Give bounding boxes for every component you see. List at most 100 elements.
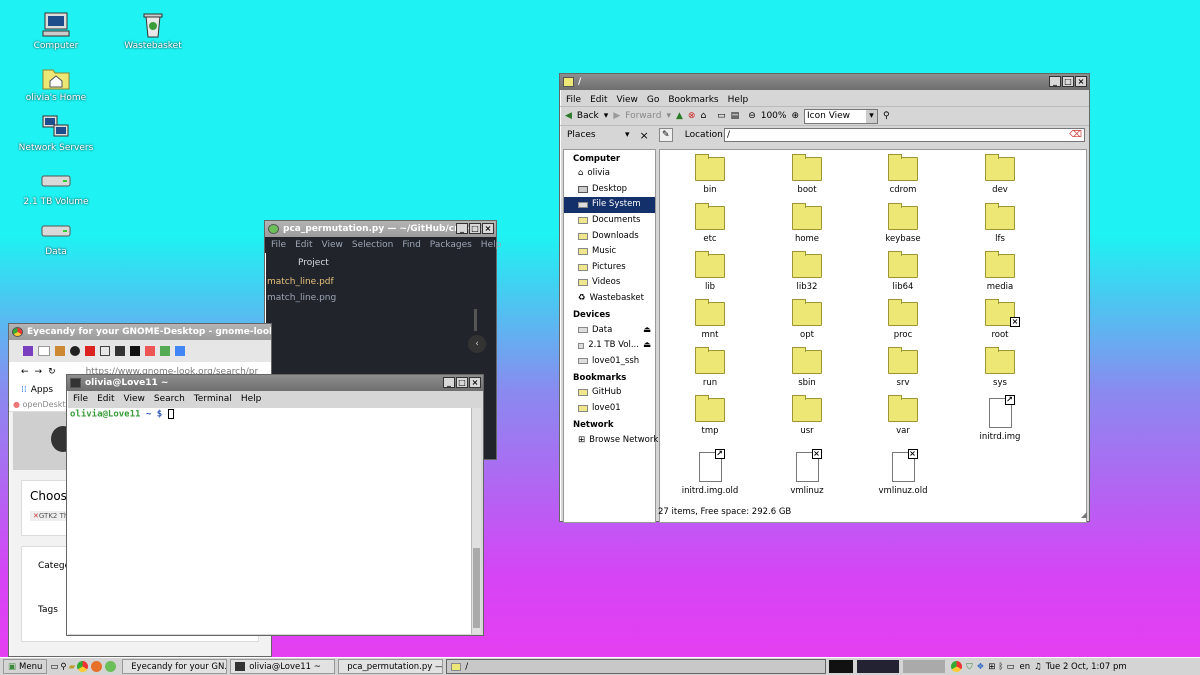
tab-favicon-icon[interactable]: [145, 346, 155, 356]
tab-favicon-icon[interactable]: [85, 346, 95, 356]
menu-item[interactable]: View: [617, 92, 638, 106]
file-item-lib32[interactable]: lib32: [777, 251, 837, 292]
file-item-mnt[interactable]: mnt: [680, 299, 740, 340]
file-item-opt[interactable]: opt: [777, 299, 837, 340]
sidebar-item-love01-ssh[interactable]: love01_ssh: [564, 354, 655, 370]
sidebar-item-github[interactable]: GitHub: [564, 385, 655, 401]
tab-favicon-icon[interactable]: [160, 346, 170, 356]
chevron-down-icon[interactable]: ▾: [625, 130, 630, 140]
file-item-run[interactable]: run: [680, 347, 740, 388]
back-arrow-icon[interactable]: ←: [21, 367, 29, 377]
dropdown-icon[interactable]: ▾: [666, 111, 671, 121]
desktop-icon-home[interactable]: olivia's Home: [16, 64, 96, 103]
tab-favicon-icon[interactable]: [100, 346, 110, 356]
minimize-icon[interactable]: _: [456, 223, 468, 234]
binoculars-icon[interactable]: ⚲: [883, 111, 890, 121]
new-folder-icon[interactable]: ▭: [717, 111, 726, 121]
tab-favicon-icon[interactable]: [55, 346, 65, 356]
menu-item[interactable]: Help: [728, 92, 749, 106]
workspace-2[interactable]: [857, 660, 900, 673]
minimize-icon[interactable]: _: [1049, 76, 1061, 87]
workspace-1[interactable]: [829, 660, 854, 673]
sidebar-item-videos[interactable]: Videos: [564, 275, 655, 291]
search-launcher-icon[interactable]: ⚲: [60, 662, 66, 672]
network-tray-icon[interactable]: ⊞: [988, 662, 995, 672]
maximize-icon[interactable]: □: [469, 223, 481, 234]
project-tab[interactable]: Project: [265, 253, 496, 273]
file-item-lib64[interactable]: lib64: [873, 251, 933, 292]
terminal-screen[interactable]: olivia@Love11 ~ $: [68, 408, 471, 634]
tab-favicon-icon[interactable]: [38, 346, 50, 356]
file-manager-titlebar[interactable]: / _ □ ×: [560, 74, 1089, 90]
stop-icon[interactable]: ⊗: [688, 111, 696, 121]
reload-icon[interactable]: ↻: [48, 367, 56, 377]
chrome-launcher-icon[interactable]: [77, 661, 89, 672]
file-item-lfs[interactable]: lfs: [970, 203, 1030, 244]
bluetooth-icon[interactable]: ᛒ: [998, 662, 1003, 672]
menu-item[interactable]: File: [73, 391, 88, 407]
language-indicator[interactable]: en: [1019, 662, 1030, 672]
launcher-icon[interactable]: ▭: [50, 662, 58, 672]
up-arrow-icon[interactable]: ▲: [676, 111, 683, 121]
file-item-tmp[interactable]: tmp: [680, 395, 740, 436]
file-item-media[interactable]: media: [970, 251, 1030, 292]
sidebar-item-wastebasket[interactable]: ♻ Wastebasket: [564, 291, 655, 307]
tree-item[interactable]: match_line.png: [265, 287, 496, 303]
desktop-icon-data[interactable]: Data: [16, 218, 96, 257]
editor-titlebar[interactable]: pca_permutation.py — ~/GitHub/cnn-vs-p _…: [265, 221, 496, 237]
file-item-root[interactable]: × root: [970, 299, 1030, 340]
clear-icon[interactable]: ⌫: [1069, 129, 1082, 141]
menu-item[interactable]: View: [322, 237, 343, 253]
file-item-sys[interactable]: sys: [970, 347, 1030, 388]
menu-item[interactable]: File: [271, 237, 286, 253]
tree-item[interactable]: match_line.pdf: [265, 273, 496, 287]
sidebar-item-documents[interactable]: Documents: [564, 213, 655, 229]
minimize-icon[interactable]: _: [443, 377, 455, 388]
file-item-sbin[interactable]: sbin: [777, 347, 837, 388]
desktop-icon-volume[interactable]: 2.1 TB Volume: [16, 168, 96, 207]
tab-favicon-icon[interactable]: [70, 346, 80, 356]
task-terminal[interactable]: olivia@Love11 ~: [230, 659, 336, 674]
sidebar-item-downloads[interactable]: Downloads: [564, 228, 655, 244]
file-item-proc[interactable]: proc: [873, 299, 933, 340]
editor-scrollbar[interactable]: [474, 309, 477, 331]
terminal-scrollbar[interactable]: [471, 408, 481, 634]
tab-favicon-icon[interactable]: [130, 346, 140, 356]
desktop-icon-network[interactable]: Network Servers: [16, 114, 96, 153]
sidebar-item-music[interactable]: Music: [564, 244, 655, 260]
print-icon[interactable]: ▤: [731, 111, 740, 121]
menu-item[interactable]: Edit: [590, 92, 607, 106]
close-sidebar-icon[interactable]: ×: [640, 129, 649, 142]
file-item-var[interactable]: var: [873, 395, 933, 436]
menu-item[interactable]: Terminal: [194, 391, 232, 407]
maximize-icon[interactable]: □: [1062, 76, 1074, 87]
file-item-bin[interactable]: bin: [680, 154, 740, 195]
tab-favicon-icon[interactable]: [175, 346, 185, 356]
shield-icon[interactable]: ⛉: [966, 662, 972, 672]
places-selector[interactable]: Places: [567, 130, 625, 140]
close-icon[interactable]: ×: [469, 377, 481, 388]
edit-location-icon[interactable]: ✎: [658, 128, 673, 142]
menu-item[interactable]: Help: [241, 391, 262, 407]
clock[interactable]: Tue 2 Oct, 1:07 pm: [1046, 662, 1127, 672]
workspace-3[interactable]: [903, 660, 946, 673]
menu-item[interactable]: Selection: [352, 237, 393, 253]
file-item-vmlinuz[interactable]: ↗× vmlinuz: [777, 449, 837, 496]
zoom-in-icon[interactable]: ⊕: [791, 111, 799, 121]
collapse-icon[interactable]: ‹: [468, 335, 486, 353]
resize-grip-icon[interactable]: ◢: [1081, 510, 1087, 519]
sidebar-item-olivia[interactable]: ⌂ olivia: [564, 166, 655, 182]
display-icon[interactable]: ▭: [1006, 662, 1014, 672]
chrome-tray-icon[interactable]: [951, 661, 963, 672]
file-item-cdrom[interactable]: cdrom: [873, 154, 933, 195]
sidebar-item-browse-network[interactable]: ⊞ Browse Network: [564, 432, 658, 448]
forward-button[interactable]: Forward: [625, 111, 661, 121]
menu-item[interactable]: Help: [481, 237, 502, 253]
desktop-icon-wastebasket[interactable]: Wastebasket: [113, 12, 193, 51]
back-arrow-icon[interactable]: ◀: [565, 111, 572, 121]
file-item-initrd-img[interactable]: ↗ initrd.img: [970, 395, 1030, 442]
menu-item[interactable]: Go: [647, 92, 659, 106]
workspace-switcher[interactable]: [829, 660, 946, 673]
browser-titlebar[interactable]: Eyecandy for your GNOME-Desktop - gnome-…: [9, 324, 271, 340]
back-button[interactable]: Back: [577, 111, 599, 121]
